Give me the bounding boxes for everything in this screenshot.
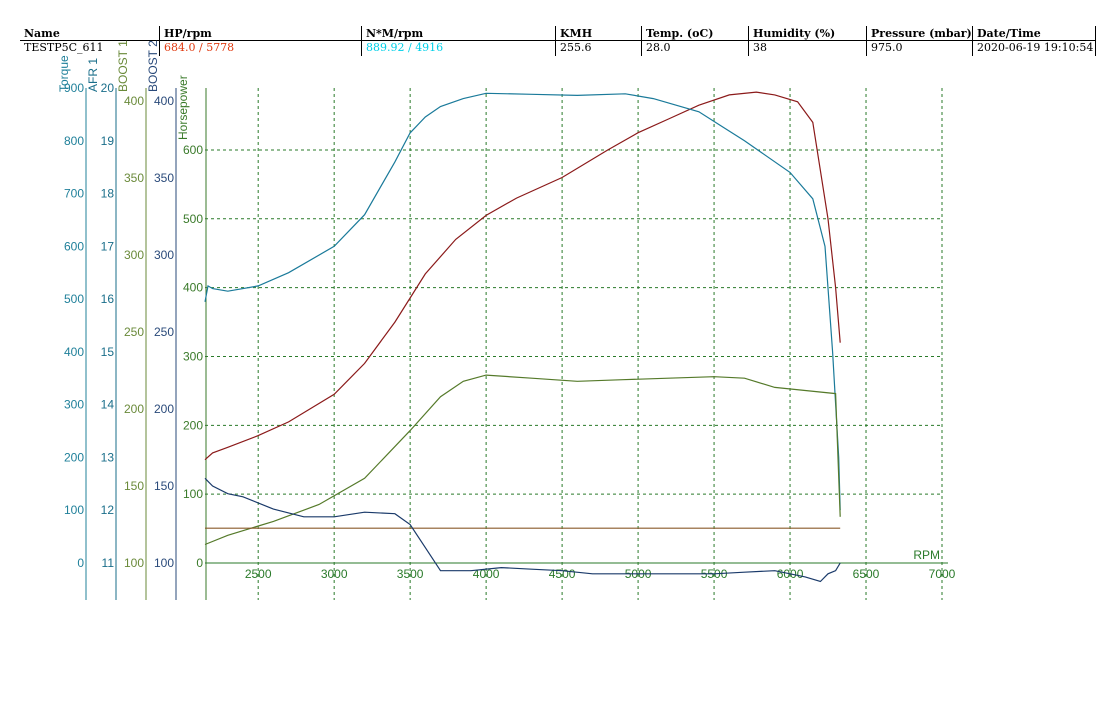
axis-tick-label: 350 [154,171,174,185]
x-tick-label: 3000 [321,567,348,581]
axis-tick-label: 19 [101,134,115,148]
axis-tick-label: 17 [101,239,115,253]
axis-tick-label: 250 [124,325,144,339]
axis-tick-label: 900 [64,81,84,95]
axis-tick-label: 400 [154,94,174,108]
axis-tick-label: 600 [64,239,84,253]
x-tick-label: 2500 [245,567,272,581]
axis-tick-label: 0 [77,556,84,570]
axis-tick-label: 200 [124,402,144,416]
x-tick-label: 7000 [929,567,956,581]
x-tick-label: 6500 [853,567,880,581]
axis-tick-label: 800 [64,134,84,148]
axis-tick-label: 700 [64,187,84,201]
axis-tick-label: 400 [183,281,203,295]
axis-tick-label: 100 [124,556,144,570]
axis-title: BOOST 2 [146,40,160,92]
axis-tick-label: 16 [101,292,115,306]
dyno-chart: Torque0100200300400500600700800900 AFR 11… [57,40,956,600]
chart-series [204,91,841,583]
axis-tick-label: 100 [154,556,174,570]
axis-tick-label: 400 [124,94,144,108]
axis-tick-label: 300 [64,398,84,412]
axis-tick-label: 14 [101,398,115,412]
axis-tick-label: 12 [101,503,115,517]
axis-tick-label: 11 [102,556,115,570]
x-tick-label: 4500 [549,567,576,581]
axis-tick-label: 150 [154,479,174,493]
axis-tick-label: 400 [64,345,84,359]
axis-tick-label: 300 [183,349,203,363]
axis-tick-label: 20 [101,81,115,95]
axis-tick-label: 100 [64,503,84,517]
axis-tick-label: 18 [101,187,115,201]
axis-tick-label: 150 [124,479,144,493]
axis-tick-label: 250 [154,325,174,339]
axis-tick-label: 13 [101,450,115,464]
axis-tick-label: 200 [154,402,174,416]
axis-tick-label: 200 [183,418,203,432]
series-line-boost-1 [204,374,841,546]
axis-tick-label: 100 [183,487,203,501]
axis-tick-label: 350 [124,171,144,185]
axis-title: BOOST 1 [116,40,130,92]
chart-axes: Torque0100200300400500600700800900 AFR 11… [57,40,956,600]
series-line-torque [204,92,841,511]
axis-title: Horsepower [176,75,190,140]
axis-tick-label: 300 [154,248,174,262]
series-line-boost-2 [204,477,841,583]
axis-tick-label: 500 [183,212,203,226]
axis-tick-label: 15 [101,345,115,359]
axis-tick-label: 200 [64,450,84,464]
axis-tick-label: 300 [124,248,144,262]
x-axis-label: RPM [913,548,940,562]
axis-tick-label: 0 [196,556,203,570]
axis-tick-label: 600 [183,143,203,157]
series-line-horsepower [204,91,841,461]
axis-title: AFR 1 [86,58,100,92]
x-tick-label: 3500 [397,567,424,581]
axis-tick-label: 500 [64,292,84,306]
